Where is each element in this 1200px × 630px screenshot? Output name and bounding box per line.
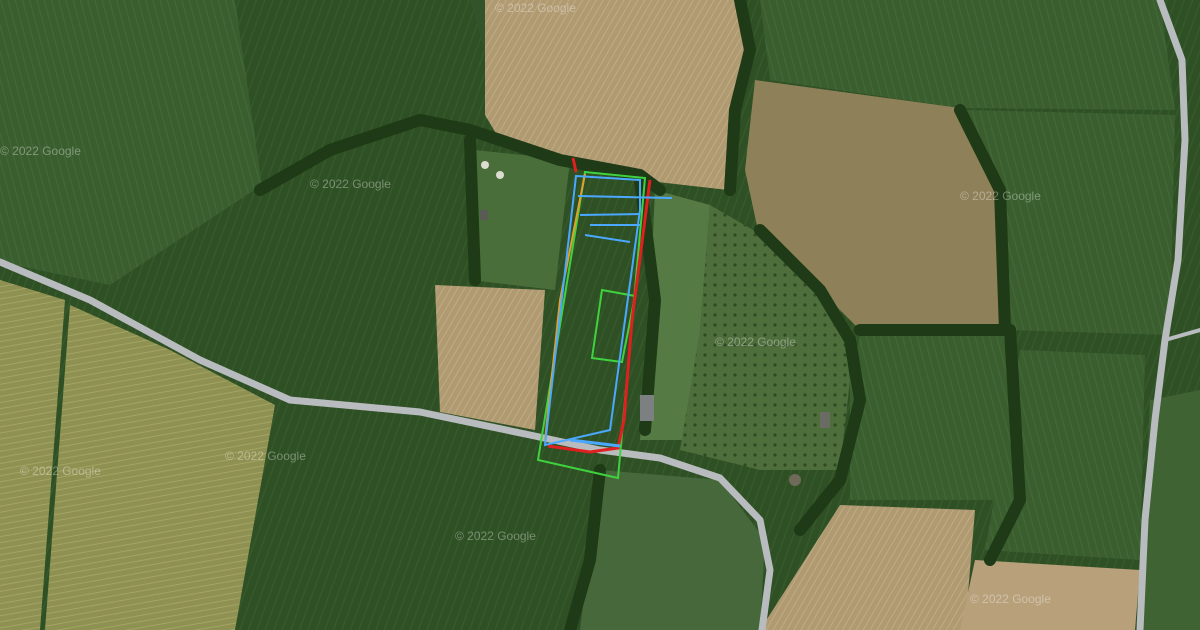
satellite-map[interactable]: © 2022 Google © 2022 Google © 2022 Googl… [0, 0, 1200, 630]
field-tan-central [435, 285, 545, 430]
barn [640, 395, 654, 421]
watermark: © 2022 Google [310, 177, 391, 191]
field-east-middle [850, 330, 1010, 500]
map-canvas[interactable]: © 2022 Google © 2022 Google © 2022 Googl… [0, 0, 1200, 630]
tent [481, 161, 489, 169]
watermark: © 2022 Google [970, 592, 1051, 606]
watermark: © 2022 Google [495, 1, 576, 15]
watermark: © 2022 Google [455, 529, 536, 543]
tent [496, 171, 504, 179]
watermark: © 2022 Google [225, 449, 306, 463]
hut [480, 210, 488, 220]
watermark: © 2022 Google [715, 335, 796, 349]
structure [789, 474, 801, 486]
shed [820, 412, 830, 428]
watermark: © 2022 Google [20, 464, 101, 478]
watermark: © 2022 Google [960, 189, 1041, 203]
watermark: © 2022 Google [0, 144, 81, 158]
